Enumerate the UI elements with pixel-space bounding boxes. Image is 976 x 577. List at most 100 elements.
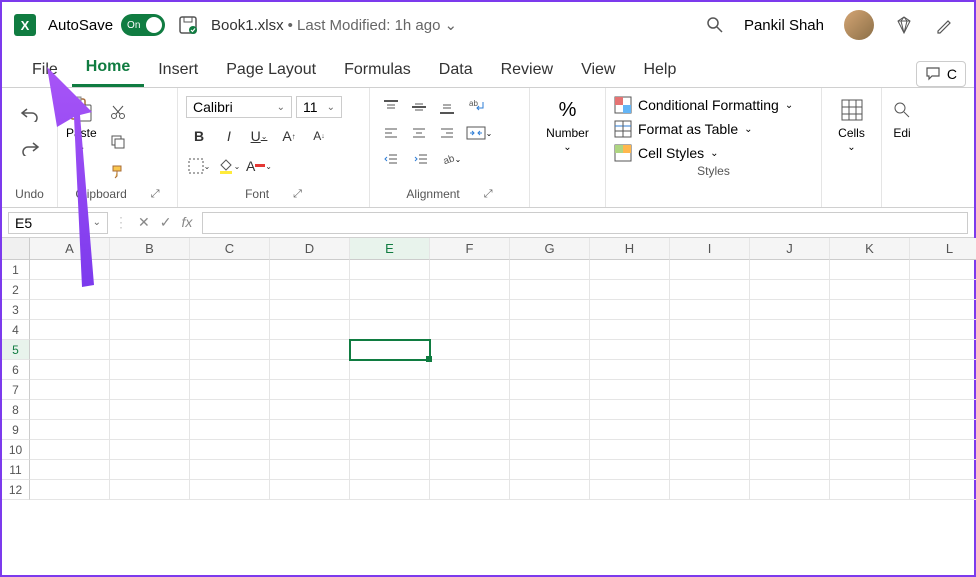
cell[interactable]: [190, 300, 270, 320]
tab-page-layout[interactable]: Page Layout: [212, 53, 330, 87]
cell[interactable]: [910, 380, 976, 400]
cell[interactable]: [350, 440, 430, 460]
cell[interactable]: [270, 340, 350, 360]
cell[interactable]: [750, 400, 830, 420]
cell[interactable]: [750, 280, 830, 300]
align-center-button[interactable]: [406, 122, 432, 144]
cell[interactable]: [590, 420, 670, 440]
tab-insert[interactable]: Insert: [144, 53, 212, 87]
cell[interactable]: [510, 340, 590, 360]
row-header[interactable]: 12: [2, 480, 30, 500]
cell[interactable]: [270, 440, 350, 460]
merge-center-button[interactable]: ⌄: [464, 122, 494, 144]
paste-button[interactable]: Paste ⌄: [66, 96, 97, 153]
cell[interactable]: [110, 480, 190, 500]
cell[interactable]: [750, 480, 830, 500]
cell[interactable]: [430, 360, 510, 380]
cell[interactable]: [430, 340, 510, 360]
cell[interactable]: [110, 440, 190, 460]
cancel-formula-button[interactable]: ✕: [134, 214, 154, 231]
row-header[interactable]: 9: [2, 420, 30, 440]
tab-help[interactable]: Help: [629, 53, 690, 87]
cell[interactable]: [110, 340, 190, 360]
cell[interactable]: [670, 320, 750, 340]
cell[interactable]: [670, 480, 750, 500]
cell[interactable]: [590, 460, 670, 480]
font-dialog-launcher[interactable]: ⤢: [293, 188, 302, 201]
cell[interactable]: [750, 300, 830, 320]
cell[interactable]: [430, 400, 510, 420]
cell[interactable]: [670, 260, 750, 280]
cell[interactable]: [830, 380, 910, 400]
formula-input[interactable]: [202, 212, 968, 234]
tab-home[interactable]: Home: [72, 50, 144, 87]
cut-button[interactable]: [105, 100, 131, 124]
cell[interactable]: [510, 360, 590, 380]
cell[interactable]: [190, 280, 270, 300]
cell[interactable]: [350, 280, 430, 300]
cell[interactable]: [270, 360, 350, 380]
conditional-formatting-button[interactable]: Conditional Formatting⌄: [614, 96, 813, 114]
tab-formulas[interactable]: Formulas: [330, 53, 425, 87]
cell[interactable]: [910, 440, 976, 460]
cell[interactable]: [910, 360, 976, 380]
cell[interactable]: [910, 420, 976, 440]
cell[interactable]: [190, 400, 270, 420]
cell[interactable]: [270, 380, 350, 400]
cell[interactable]: [110, 360, 190, 380]
cell[interactable]: [830, 480, 910, 500]
cell[interactable]: [670, 300, 750, 320]
cell[interactable]: [30, 340, 110, 360]
align-left-button[interactable]: [378, 122, 404, 144]
column-header[interactable]: H: [590, 238, 670, 260]
font-size-select[interactable]: 11⌄: [296, 96, 342, 118]
cell[interactable]: [910, 260, 976, 280]
cell[interactable]: [30, 300, 110, 320]
spreadsheet-grid[interactable]: 123456789101112 ABCDEFGHIJKL: [2, 238, 974, 500]
cell[interactable]: [910, 300, 976, 320]
cell[interactable]: [750, 320, 830, 340]
cell[interactable]: [430, 300, 510, 320]
cell[interactable]: [830, 320, 910, 340]
cell[interactable]: [30, 480, 110, 500]
cell[interactable]: [190, 360, 270, 380]
cell[interactable]: [750, 380, 830, 400]
cell[interactable]: [110, 260, 190, 280]
cell[interactable]: [750, 420, 830, 440]
cell[interactable]: [830, 440, 910, 460]
cell[interactable]: [510, 320, 590, 340]
cell[interactable]: [830, 300, 910, 320]
row-header[interactable]: 1: [2, 260, 30, 280]
cell[interactable]: [430, 280, 510, 300]
cell[interactable]: [510, 300, 590, 320]
cell[interactable]: [750, 260, 830, 280]
cells-button[interactable]: Cells ⌄: [838, 96, 866, 153]
cell[interactable]: [830, 360, 910, 380]
cell[interactable]: [270, 480, 350, 500]
cell[interactable]: [190, 320, 270, 340]
cell[interactable]: [190, 340, 270, 360]
cell[interactable]: [190, 380, 270, 400]
cell[interactable]: [30, 320, 110, 340]
align-top-button[interactable]: [378, 96, 404, 118]
cell[interactable]: [670, 360, 750, 380]
cell[interactable]: [190, 480, 270, 500]
cell[interactable]: [670, 420, 750, 440]
decrease-indent-button[interactable]: [378, 148, 404, 170]
cell[interactable]: [190, 460, 270, 480]
document-name[interactable]: Book1.xlsx • Last Modified: 1h ago ⌄: [211, 16, 457, 34]
save-icon[interactable]: [177, 14, 199, 36]
format-as-table-button[interactable]: Format as Table⌄: [614, 120, 813, 138]
italic-button[interactable]: I: [216, 124, 242, 148]
cell[interactable]: [110, 280, 190, 300]
select-all-corner[interactable]: [2, 238, 30, 260]
bold-button[interactable]: B: [186, 124, 212, 148]
clipboard-dialog-launcher[interactable]: ⤢: [151, 188, 160, 201]
cell[interactable]: [510, 420, 590, 440]
row-header[interactable]: 3: [2, 300, 30, 320]
column-header[interactable]: I: [670, 238, 750, 260]
cell[interactable]: [510, 480, 590, 500]
cell[interactable]: [910, 280, 976, 300]
cell[interactable]: [830, 460, 910, 480]
increase-font-button[interactable]: A↑: [276, 124, 302, 148]
